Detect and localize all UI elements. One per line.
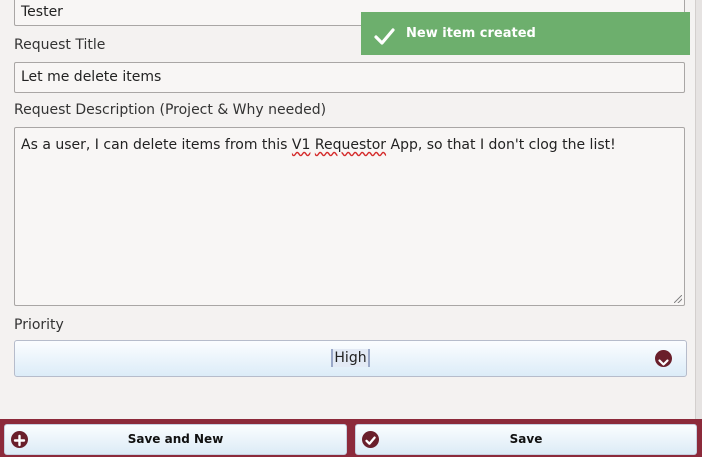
save-and-new-label: Save and New <box>127 432 224 446</box>
request-title-value: Let me delete items <box>21 69 162 85</box>
description-misspelled-word: Requestor <box>314 137 387 153</box>
description-text-end: App, so that I don't clog the list! <box>386 137 616 153</box>
request-description-label: Request Description (Project & Why neede… <box>14 102 327 118</box>
toast-notification: New item created <box>361 12 690 55</box>
request-title-input[interactable]: Let me delete items <box>14 62 685 93</box>
check-circle-icon <box>362 431 379 448</box>
scrollbar[interactable] <box>695 0 702 420</box>
save-and-new-button[interactable]: Save and New <box>4 424 347 455</box>
checkmark-icon <box>373 23 395 45</box>
request-form-page: Tester Request Title Let me delete items… <box>0 0 702 457</box>
plus-circle-icon <box>11 431 28 448</box>
description-text-start: As a user, I can delete items from this <box>21 137 292 153</box>
description-misspelled-word: V1 <box>291 137 311 153</box>
priority-select[interactable]: High <box>14 340 687 377</box>
save-label: Save <box>509 432 543 446</box>
chevron-down-circle-icon <box>655 350 672 367</box>
request-description-textarea[interactable]: As a user, I can delete items from this … <box>14 127 685 306</box>
priority-label: Priority <box>14 317 64 333</box>
priority-selected-value: High <box>331 349 370 367</box>
requester-value: Tester <box>21 4 63 20</box>
request-title-label: Request Title <box>14 37 106 53</box>
textarea-resize-handle[interactable] <box>674 295 682 303</box>
save-button[interactable]: Save <box>355 424 697 455</box>
toast-message: New item created <box>406 26 536 41</box>
